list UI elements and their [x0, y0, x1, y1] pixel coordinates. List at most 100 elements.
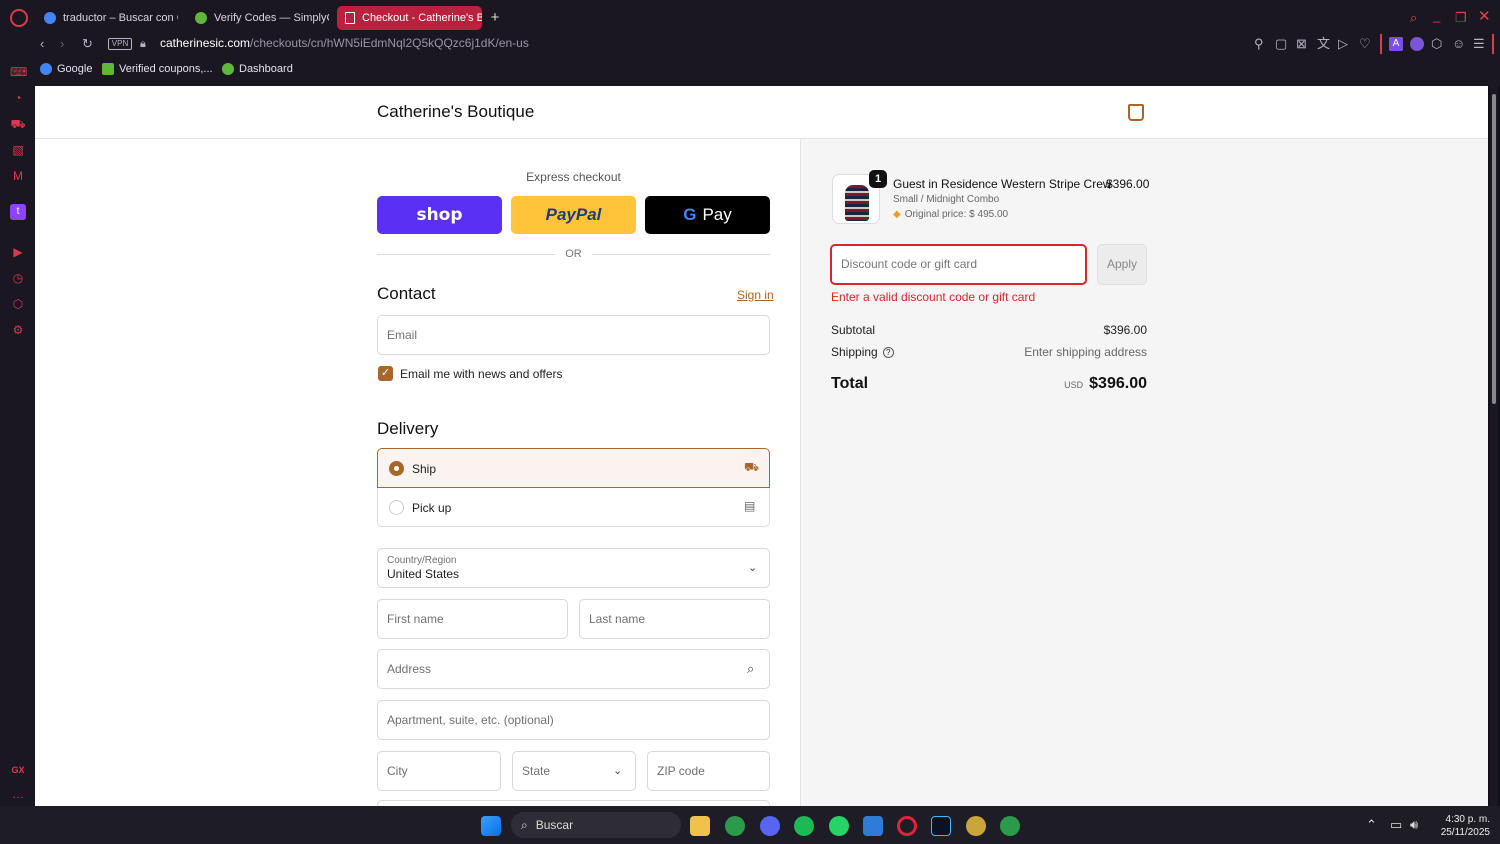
tray-chevron-icon[interactable]: ⌃: [1366, 817, 1377, 833]
state-placeholder: State: [522, 764, 551, 778]
tab-label: Verify Codes — SimplyCo: [214, 12, 329, 24]
newsletter-label: Email me with news and offers: [400, 367, 563, 381]
sweater-image: [845, 185, 869, 221]
search-icon: ⌕: [747, 661, 755, 676]
simplycodes-icon: [195, 12, 207, 24]
checkout-page: Catherine's Boutique Express checkout sh…: [35, 86, 1488, 806]
more-icon[interactable]: …: [10, 786, 26, 802]
cart-bag-icon[interactable]: [1128, 104, 1144, 121]
gaming-icon[interactable]: ⌨: [10, 64, 27, 80]
twitch-icon[interactable]: t: [10, 204, 26, 220]
new-tab-button[interactable]: +: [488, 10, 502, 26]
adblock-icon[interactable]: ⊠: [1296, 36, 1307, 52]
pin-icon[interactable]: ⚲: [1254, 36, 1264, 52]
paypal-button[interactable]: PayPal: [511, 196, 636, 234]
restore-button[interactable]: ❐: [1455, 10, 1467, 26]
address-field[interactable]: Address ⌕: [377, 649, 770, 689]
extensions-icon[interactable]: ⬡: [1431, 36, 1442, 52]
pixel-app-icon[interactable]: [931, 816, 951, 836]
original-price: ◆ Original price: $ 495.00: [893, 209, 1008, 220]
country-select[interactable]: Country/Region United States ⌄: [377, 548, 770, 588]
city-field[interactable]: City: [377, 751, 501, 791]
close-window-button[interactable]: ✕: [1478, 9, 1491, 25]
page-scrollbar[interactable]: [1490, 86, 1498, 806]
email-field[interactable]: Email: [377, 315, 770, 355]
back-icon[interactable]: ‹: [40, 36, 44, 52]
gx-corner-icon[interactable]: ⛟: [10, 116, 26, 132]
opera-icon[interactable]: [897, 816, 917, 836]
discount-code-input[interactable]: Discount code or gift card: [830, 244, 1087, 285]
search-tabs-icon[interactable]: ⌕: [1410, 10, 1417, 26]
snapshot-icon[interactable]: ▢: [1275, 36, 1287, 52]
spotify-icon[interactable]: [794, 816, 814, 836]
taskbar: ⌕ Buscar ⌃ ▭ 🔊︎ 4:30 p. m. 25/11/2025: [0, 806, 1500, 844]
google-icon: [40, 63, 52, 75]
page-icon: [345, 12, 355, 24]
discord-icon[interactable]: [760, 816, 780, 836]
extensions-icon[interactable]: ⬡: [10, 296, 26, 312]
player-icon[interactable]: ▷: [1338, 36, 1348, 52]
vpn-badge[interactable]: VPN: [108, 38, 132, 50]
ship-radio[interactable]: [389, 461, 404, 476]
pickup-radio[interactable]: [389, 500, 404, 515]
total-label: Total: [831, 375, 869, 392]
google-pay-button[interactable]: G Pay: [645, 196, 770, 234]
chrome-profile-icon[interactable]: [1000, 816, 1020, 836]
shop-pay-button[interactable]: shop: [377, 196, 502, 234]
minimize-button[interactable]: _: [1433, 8, 1440, 24]
player-icon[interactable]: ▶: [10, 244, 26, 260]
apartment-field[interactable]: Apartment, suite, etc. (optional): [377, 700, 770, 740]
store-name[interactable]: Catherine's Boutique: [377, 102, 534, 122]
url-domain: catherinesic.com: [160, 36, 251, 50]
lock-icon[interactable]: 🔒︎: [140, 36, 146, 52]
divider: [592, 254, 770, 255]
translate-icon[interactable]: 文: [1317, 36, 1330, 52]
first-name-field[interactable]: First name: [377, 599, 568, 639]
forward-icon[interactable]: ›: [60, 36, 64, 52]
file-explorer-icon[interactable]: [690, 816, 710, 836]
reload-icon[interactable]: ↻: [82, 36, 93, 52]
tab-translator[interactable]: traductor – Buscar con Go: [36, 6, 178, 30]
scrollbar-thumb[interactable]: [1492, 94, 1496, 404]
taskbar-search[interactable]: ⌕ Buscar: [511, 812, 681, 838]
whatsapp-icon[interactable]: [829, 816, 849, 836]
delivery-heading: Delivery: [377, 419, 439, 438]
bookmark-google[interactable]: Google: [40, 63, 92, 75]
newsletter-checkbox[interactable]: ✓: [378, 366, 393, 381]
windows-start-icon[interactable]: [481, 816, 501, 836]
settings-icon[interactable]: ⚙: [10, 322, 26, 338]
bookmark-label: Verified coupons,...: [119, 63, 213, 75]
help-icon[interactable]: ?: [882, 347, 894, 358]
history-icon[interactable]: ◷: [10, 270, 26, 286]
address-bar[interactable]: catherinesic.com/checkouts/cn/hWN5iEdmNq…: [160, 36, 529, 50]
clock[interactable]: 4:30 p. m. 25/11/2025: [1430, 813, 1490, 839]
gmail-icon[interactable]: M: [10, 168, 26, 184]
tab-verify-codes[interactable]: Verify Codes — SimplyCo: [187, 6, 329, 30]
chrome-icon[interactable]: [725, 816, 745, 836]
sign-in-link[interactable]: Sign in: [737, 288, 774, 302]
pickup-option[interactable]: Pick up ▤: [377, 488, 770, 527]
bookmark-verified-coupons[interactable]: Verified coupons,...: [102, 63, 213, 75]
heart-icon[interactable]: ♡: [1359, 36, 1371, 52]
network-icon[interactable]: ▭: [1390, 817, 1402, 833]
volume-icon[interactable]: 🔊︎: [1410, 817, 1418, 833]
extension-circle-icon[interactable]: [1410, 37, 1424, 51]
quantity-badge: 1: [869, 170, 887, 188]
state-select[interactable]: State ⌄: [512, 751, 636, 791]
menu-icon[interactable]: ☰: [1473, 36, 1485, 52]
extension-a-icon[interactable]: A: [1389, 37, 1403, 51]
bookmark-dashboard[interactable]: Dashboard: [222, 63, 293, 75]
profile-icon[interactable]: ☺: [1452, 36, 1465, 52]
apply-button[interactable]: Apply: [1097, 244, 1147, 285]
last-name-field[interactable]: Last name: [579, 599, 770, 639]
tab-checkout[interactable]: Checkout - Catherine's Bo: [337, 6, 482, 30]
app-icon[interactable]: [966, 816, 986, 836]
gx-logo-icon[interactable]: GX: [10, 762, 26, 778]
news-icon[interactable]: ▧: [10, 142, 26, 158]
opera-logo-icon[interactable]: [10, 9, 28, 27]
google-g-icon: G: [683, 205, 697, 224]
notepad-icon[interactable]: [863, 816, 883, 836]
gx-control-icon[interactable]: ◔: [10, 90, 26, 106]
ship-option[interactable]: Ship ⛟: [377, 448, 770, 488]
zip-field[interactable]: ZIP code: [647, 751, 770, 791]
